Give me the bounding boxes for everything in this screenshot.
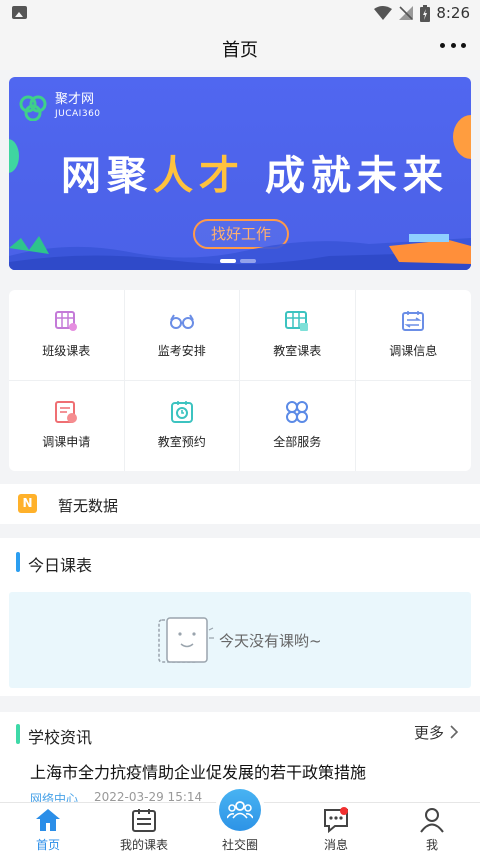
tab-messages[interactable]: 消息 bbox=[288, 803, 384, 853]
banner-logo-name: 聚才网 bbox=[55, 92, 95, 107]
clock: 8:26 bbox=[436, 4, 470, 22]
unread-badge bbox=[340, 807, 348, 815]
empty-state: 今天没有课哟~ bbox=[9, 592, 471, 688]
top-nav-bar: 首页 bbox=[0, 26, 480, 70]
all-services-icon bbox=[286, 400, 309, 423]
wifi-icon bbox=[374, 6, 393, 20]
status-icons: 8:26 bbox=[374, 3, 470, 23]
empty-schedule-icon bbox=[158, 617, 214, 663]
page-title: 首页 bbox=[222, 40, 258, 61]
reservation-icon bbox=[170, 400, 193, 423]
service-room-reservation[interactable]: 教室预约 bbox=[125, 380, 240, 471]
service-all[interactable]: 全部服务 bbox=[240, 380, 356, 471]
empty-text: 今天没有课哟~ bbox=[219, 632, 322, 650]
service-swap-apply[interactable]: 调课申请 bbox=[9, 380, 125, 471]
classroom-schedule-icon bbox=[285, 311, 309, 331]
jucai-logo-icon bbox=[19, 95, 47, 121]
notice-text: 暂无数据 bbox=[58, 497, 119, 515]
apply-form-icon bbox=[55, 400, 78, 423]
banner-pagination bbox=[220, 259, 256, 263]
schedule-icon bbox=[132, 809, 156, 832]
banner-illustration bbox=[9, 234, 471, 270]
service-classroom-schedule[interactable]: 教室课表 bbox=[240, 290, 356, 381]
section-title: 今日课表 bbox=[28, 556, 93, 575]
class-schedule-icon bbox=[55, 311, 78, 331]
service-empty-slot bbox=[356, 381, 472, 472]
status-bar: 8:26 bbox=[0, 0, 480, 26]
section-accent-bar bbox=[16, 724, 20, 744]
notice-icon: N bbox=[18, 494, 37, 513]
chevron-right-icon bbox=[450, 725, 459, 739]
today-schedule-section: 今日课表 今天没有课哟~ bbox=[0, 538, 480, 696]
banner-decor-circle bbox=[453, 115, 471, 159]
user-icon bbox=[420, 808, 444, 833]
notice-bar[interactable]: N 暂无数据 bbox=[0, 484, 480, 524]
section-accent-bar bbox=[16, 552, 20, 572]
swap-info-icon bbox=[402, 311, 425, 331]
section-title: 学校资讯 bbox=[28, 728, 93, 747]
service-swap-info[interactable]: 调课信息 bbox=[355, 290, 471, 381]
image-notification-icon bbox=[12, 6, 27, 19]
tab-my-schedule[interactable]: 我的课表 bbox=[96, 803, 192, 853]
tab-home[interactable]: 首页 bbox=[0, 803, 96, 853]
banner-decor-circle bbox=[9, 139, 19, 173]
banner-slogan: 网聚人才 成就未来 bbox=[61, 153, 449, 199]
group-icon bbox=[227, 801, 253, 819]
section-header: 学校资讯 bbox=[0, 718, 480, 748]
more-options-button[interactable] bbox=[440, 43, 466, 49]
tab-me[interactable]: 我 bbox=[384, 803, 480, 853]
social-circle-button[interactable] bbox=[219, 789, 261, 831]
promo-banner[interactable]: 聚才网 JUCAI360 网聚人才 成就未来 找好工作 bbox=[9, 77, 471, 270]
banner-logo-sub: JUCAI360 bbox=[55, 109, 101, 119]
service-invigilation[interactable]: 监考安排 bbox=[124, 290, 240, 381]
battery-charging-icon bbox=[420, 4, 431, 22]
service-grid: 班级课表 监考安排 教室课表 调课信息 调课申请 教室预约 全部服务 bbox=[9, 290, 471, 471]
news-item-title: 上海市全力抗疫情助企业促发展的若干政策措施 bbox=[30, 763, 367, 782]
no-signal-icon bbox=[399, 6, 414, 20]
service-class-schedule[interactable]: 班级课表 bbox=[9, 290, 125, 381]
home-icon bbox=[36, 809, 60, 831]
glasses-icon bbox=[169, 314, 194, 329]
